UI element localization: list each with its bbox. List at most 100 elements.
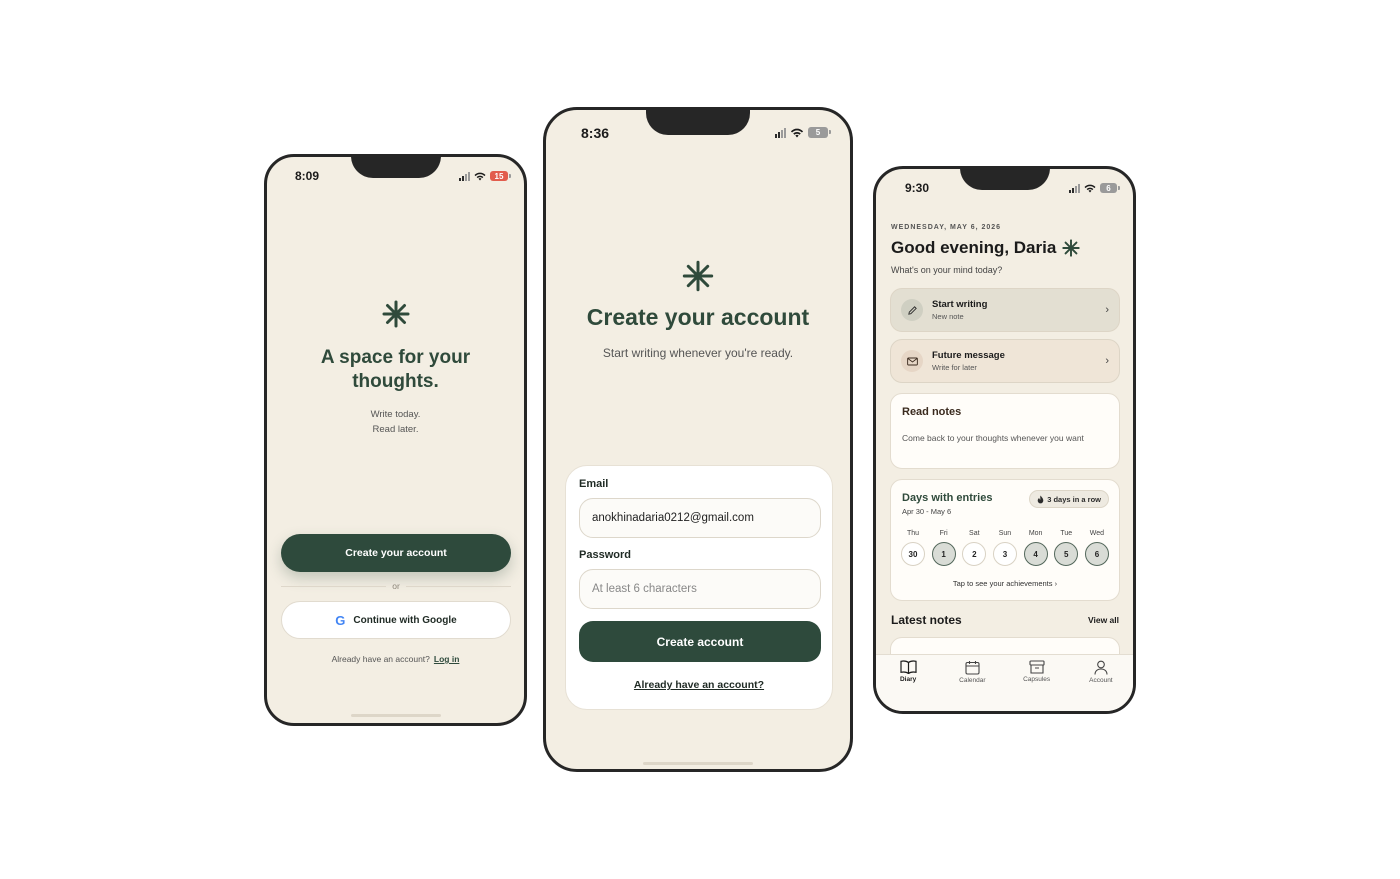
chevron-right-icon: › <box>1105 304 1109 316</box>
day-circle: 2 <box>962 542 987 566</box>
action-subtitle: New note <box>932 312 964 321</box>
day-circle: 30 <box>901 542 925 566</box>
day-circle-with-entry: 6 <box>1084 542 1109 566</box>
calendar-icon <box>965 661 980 675</box>
greeting-text: Good evening, Daria <box>891 238 1057 257</box>
status-time: 8:36 <box>581 125 610 141</box>
status-icons: 6 <box>1069 183 1120 193</box>
divider-line <box>281 585 387 587</box>
status-time: 9:30 <box>905 181 930 195</box>
read-notes-description: Come back to your thoughts whenever you … <box>902 433 1084 443</box>
envelope-icon <box>901 350 923 372</box>
phone-signup-screen: 8:36 5 Create your account Start writing… <box>543 107 853 772</box>
or-text: or <box>392 581 400 591</box>
day-circle-with-entry: 4 <box>1023 542 1048 566</box>
archive-icon <box>1029 660 1045 674</box>
day-circle-with-entry: 5 <box>1054 542 1079 566</box>
day-item[interactable]: Tue 5 <box>1053 530 1079 566</box>
action-title: Future message <box>932 350 1005 361</box>
battery-icon: 6 <box>1100 183 1120 193</box>
phone-notch <box>350 157 441 178</box>
nav-item-capsules[interactable]: Capsules <box>1012 660 1062 711</box>
days-with-entries-card[interactable]: Days with entries Apr 30 - May 6 3 days … <box>890 479 1120 601</box>
chevron-right-icon: › <box>1054 579 1058 588</box>
view-all-link[interactable]: View all <box>1088 615 1119 625</box>
book-icon <box>900 660 917 674</box>
welcome-title: A space for your thoughts. <box>320 347 471 392</box>
welcome-subtitle: Write today. Read later. <box>267 407 524 437</box>
google-icon: G <box>335 612 346 628</box>
read-notes-card[interactable]: Read notes Come back to your thoughts wh… <box>890 393 1120 469</box>
achievements-text: Tap to see your achievements <box>952 579 1053 588</box>
asterisk-icon <box>382 300 409 328</box>
nav-item-account[interactable]: Account <box>1076 660 1126 711</box>
login-prompt: Already have an account? Log in <box>267 654 524 664</box>
battery-icon: 15 <box>490 171 511 181</box>
day-item[interactable]: Sun 3 <box>992 530 1018 566</box>
day-name: Tue <box>1060 530 1073 537</box>
battery-icon: 5 <box>808 127 831 138</box>
password-field[interactable]: At least 6 characters <box>579 569 821 609</box>
day-name: Wed <box>1089 530 1105 537</box>
bottom-nav: Diary Calendar Capsules Account <box>876 654 1133 711</box>
nav-label: Account <box>1089 677 1113 684</box>
signal-icon <box>1069 183 1080 193</box>
signup-form-card: Email anokhinadaria0212@gmail.com Passwo… <box>565 465 833 710</box>
nav-item-diary[interactable]: Diary <box>883 660 933 711</box>
day-item[interactable]: Fri 1 <box>931 530 957 566</box>
day-item[interactable]: Wed 6 <box>1084 530 1110 566</box>
signup-title: Create your account <box>586 304 810 330</box>
achievements-link[interactable]: Tap to see your achievements › <box>891 579 1119 588</box>
signup-subtitle: Start writing whenever you're ready. <box>602 346 794 360</box>
latest-notes-title: Latest notes <box>891 613 962 627</box>
action-title: Start writing <box>932 299 988 310</box>
day-circle: 3 <box>992 542 1017 566</box>
asterisk-icon <box>682 260 714 292</box>
login-link[interactable]: Log in <box>434 654 460 664</box>
start-writing-button[interactable]: Start writing New note › <box>890 288 1120 332</box>
password-label: Password <box>579 549 631 561</box>
phone-welcome-screen: 8:09 15 A space for your thoughts. Write… <box>264 154 527 726</box>
day-item[interactable]: Thu 30 <box>900 530 926 566</box>
days-range: Apr 30 - May 6 <box>902 507 952 516</box>
phone-diary-screen: 9:30 6 WEDNESDAY, MAY 6, 2026 Good eveni… <box>873 166 1136 714</box>
day-circle-with-entry: 1 <box>931 542 956 566</box>
status-time: 8:09 <box>295 169 320 183</box>
greeting-prompt: What's on your mind today? <box>891 265 1003 275</box>
wifi-icon <box>790 128 804 137</box>
email-field[interactable]: anokhinadaria0212@gmail.com <box>579 498 821 538</box>
or-divider: or <box>281 581 511 591</box>
day-name: Sun <box>998 530 1012 537</box>
home-indicator <box>350 714 441 717</box>
already-have-account-link[interactable]: Already have an account? <box>566 679 832 691</box>
day-name: Mon <box>1028 530 1043 537</box>
action-subtitle: Write for later <box>932 363 977 372</box>
day-item[interactable]: Sat 2 <box>961 530 987 566</box>
subtitle-line: Read later. <box>372 424 419 435</box>
nav-item-calendar[interactable]: Calendar <box>947 660 997 711</box>
greeting: Good evening, Daria <box>891 238 1080 258</box>
person-icon <box>1094 660 1108 675</box>
create-account-button[interactable]: Create account <box>579 621 821 662</box>
read-notes-title: Read notes <box>902 406 962 418</box>
start-writing-text: Start writing New note <box>932 299 1105 321</box>
day-name: Fri <box>939 530 948 537</box>
wifi-icon <box>474 172 486 180</box>
status-icons: 15 <box>459 171 511 181</box>
day-name: Sat <box>969 530 980 537</box>
continue-with-google-button[interactable]: G Continue with Google <box>281 601 511 639</box>
day-name: Thu <box>906 530 920 537</box>
home-indicator <box>643 762 753 765</box>
flame-icon <box>1037 495 1044 503</box>
days-title: Days with entries <box>902 492 993 504</box>
current-date: WEDNESDAY, MAY 6, 2026 <box>891 224 1002 231</box>
future-message-text: Future message Write for later <box>932 350 1105 372</box>
future-message-button[interactable]: Future message Write for later › <box>890 339 1120 383</box>
pencil-icon <box>901 299 923 321</box>
create-account-button[interactable]: Create your account <box>281 534 511 572</box>
day-item[interactable]: Mon 4 <box>1023 530 1049 566</box>
week-strip: Thu 30 Fri 1 Sat 2 Sun 3 Mon 4 Tue 5 Wed 6 <box>900 530 1110 566</box>
phone-notch <box>646 110 750 135</box>
phone-notch <box>959 169 1050 190</box>
streak-badge: 3 days in a row <box>1029 490 1109 508</box>
